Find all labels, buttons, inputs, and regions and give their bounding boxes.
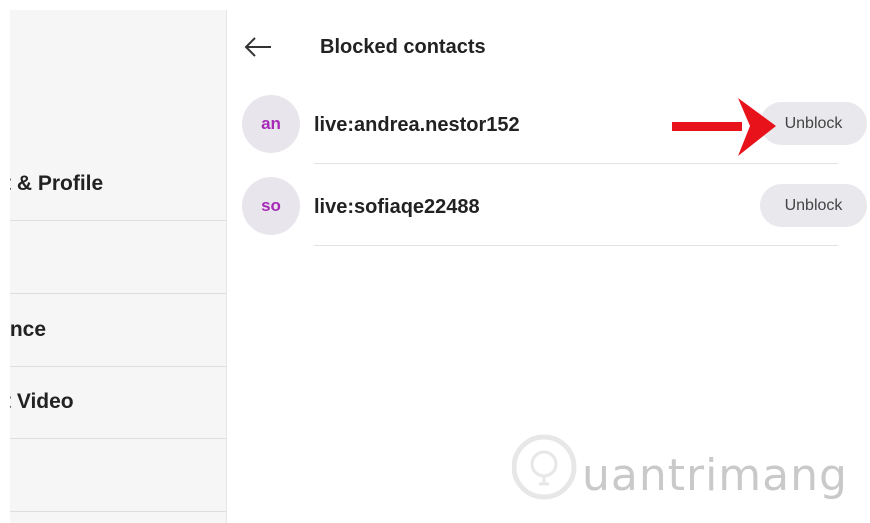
avatar: so [242, 177, 300, 235]
sidebar-item-audio-video[interactable]: t Video [10, 366, 226, 439]
avatar: an [242, 95, 300, 153]
row-divider [314, 163, 838, 164]
sidebar-item-blank[interactable] [10, 221, 226, 294]
window-top-border [0, 0, 870, 10]
blocked-contact-row: so live:sofiaqe22488 Unblock [241, 167, 870, 249]
back-arrow-icon[interactable] [243, 33, 273, 61]
sidebar-item-blank-2[interactable] [10, 439, 226, 512]
page-title: Blocked contacts [320, 36, 486, 58]
sidebar-item-account-profile[interactable]: t & Profile [10, 148, 226, 221]
contact-name: live:andrea.nestor152 [314, 114, 520, 136]
sidebar-item-label: t Video [10, 390, 74, 413]
unblock-button[interactable]: Unblock [760, 184, 867, 227]
sidebar-item-appearance[interactable]: ınce [10, 294, 226, 367]
contact-name: live:sofiaqe22488 [314, 196, 480, 218]
settings-sidebar: t & Profile ınce t Video [10, 10, 227, 523]
row-divider [314, 245, 838, 246]
window-left-border [0, 0, 10, 523]
red-arrow-icon [672, 98, 776, 156]
sidebar-item-label: ınce [10, 318, 47, 341]
watermark-text: uantrimang [582, 450, 848, 501]
sidebar-item-label: t & Profile [10, 172, 104, 195]
